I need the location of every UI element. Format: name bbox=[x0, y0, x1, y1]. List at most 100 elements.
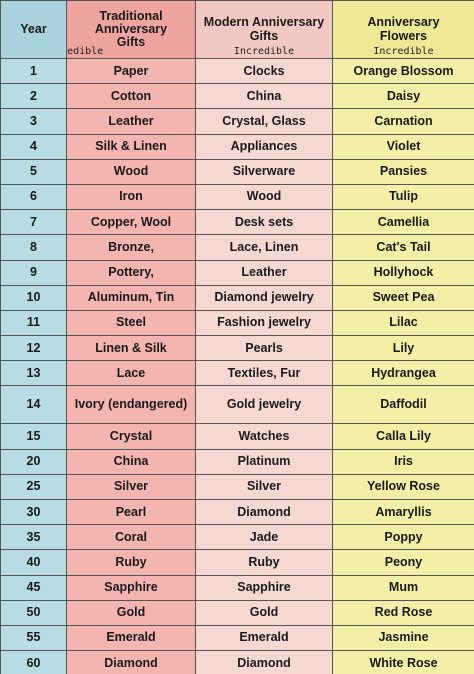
flower-cell: Cat's Tail bbox=[332, 234, 474, 261]
table-row: 40 Ruby Ruby Peony bbox=[0, 549, 474, 576]
table-row: 5 Wood Silverware Pansies bbox=[0, 158, 474, 185]
modern-gift-cell: Appliances bbox=[195, 133, 333, 160]
traditional-gift-cell: Crystal bbox=[66, 423, 196, 450]
year-cell: 10 bbox=[0, 284, 67, 311]
year-cell: 30 bbox=[0, 498, 67, 526]
table-row: 13 Lace Textiles, Fur Hydrangea bbox=[0, 360, 474, 387]
table-row: 60 Diamond Diamond White Rose bbox=[0, 650, 474, 674]
traditional-gift-cell: Silver bbox=[66, 473, 196, 501]
table-row: 8 Bronze, Lace, Linen Cat's Tail bbox=[0, 234, 474, 261]
table-row: 20 China Platinum Iris bbox=[0, 448, 474, 475]
traditional-gift-cell: Cotton bbox=[66, 83, 196, 110]
year-cell: 6 bbox=[0, 183, 67, 211]
year-cell: 2 bbox=[0, 83, 67, 110]
flower-cell: White Rose bbox=[332, 650, 474, 674]
anniversary-gifts-table: Year Traditional Anniversary Gifts Incre… bbox=[0, 0, 474, 674]
modern-gift-cell: Diamond jewelry bbox=[195, 284, 333, 311]
year-cell: 8 bbox=[0, 234, 67, 261]
traditional-header: Traditional Anniversary Gifts Incredible bbox=[66, 0, 196, 59]
traditional-gift-cell: Aluminum, Tin bbox=[66, 284, 196, 311]
table-row: 50 Gold Gold Red Rose bbox=[0, 599, 474, 626]
flower-cell: Hydrangea bbox=[332, 360, 474, 387]
table-row: 11 Steel Fashion jewelry Lilac bbox=[0, 309, 474, 337]
flower-cell: Red Rose bbox=[332, 599, 474, 626]
table-row: 9 Pottery, Leather Hollyhock bbox=[0, 259, 474, 286]
flowers-header: Anniversary Flowers Incredible bbox=[332, 0, 474, 59]
modern-gift-cell: Leather bbox=[195, 259, 333, 286]
traditional-gift-cell: Paper bbox=[66, 57, 196, 85]
modern-gift-cell: Desk sets bbox=[195, 209, 333, 236]
year-cell: 60 bbox=[0, 650, 67, 674]
modern-gift-cell: Clocks bbox=[195, 57, 333, 85]
table-row: 1 Paper Clocks Orange Blossom bbox=[0, 57, 474, 85]
flower-cell: Daisy bbox=[332, 83, 474, 110]
year-cell: 5 bbox=[0, 158, 67, 185]
modern-gift-cell: Diamond bbox=[195, 650, 333, 674]
table-row: 14 Ivory (endangered) Gold jewelry Daffodil bbox=[0, 385, 474, 425]
table-row: 6 Iron Wood Tulip bbox=[0, 183, 474, 211]
traditional-gift-cell: Pottery, bbox=[66, 259, 196, 286]
flower-cell: Calla Lily bbox=[332, 423, 474, 450]
year-cell: 1 bbox=[0, 57, 67, 85]
modern-gift-cell: Gold jewelry bbox=[195, 385, 333, 425]
table-row: 7 Copper, Wool Desk sets Camellia bbox=[0, 209, 474, 236]
traditional-header-label: Traditional Anniversary Gifts bbox=[94, 8, 168, 50]
year-header-label: Year bbox=[20, 21, 47, 36]
modern-gift-cell: Gold bbox=[195, 599, 333, 626]
year-cell: 25 bbox=[0, 473, 67, 501]
flower-cell: Camellia bbox=[332, 209, 474, 236]
year-cell: 15 bbox=[0, 423, 67, 450]
modern-gift-cell: Fashion jewelry bbox=[195, 309, 333, 337]
traditional-gift-cell: Sapphire bbox=[66, 574, 196, 601]
year-cell: 45 bbox=[0, 574, 67, 601]
table-row: 30 Pearl Diamond Amaryllis bbox=[0, 498, 474, 526]
flower-cell: Orange Blossom bbox=[332, 57, 474, 85]
modern-gift-cell: Platinum bbox=[195, 448, 333, 475]
flower-cell: Mum bbox=[332, 574, 474, 601]
modern-header-label: Modern Anniversary Gifts bbox=[203, 15, 325, 43]
year-cell: 4 bbox=[0, 133, 67, 160]
modern-header: Modern Anniversary Gifts Incredible bbox=[195, 0, 333, 59]
flower-cell: Yellow Rose bbox=[332, 473, 474, 501]
traditional-gift-cell: Diamond bbox=[66, 650, 196, 674]
traditional-gift-cell: Ivory (endangered) bbox=[66, 385, 196, 425]
modern-gift-cell: Jade bbox=[195, 524, 333, 551]
traditional-gift-cell: Lace bbox=[66, 360, 196, 387]
table-row: 10 Aluminum, Tin Diamond jewelry Sweet Pea bbox=[0, 284, 474, 311]
traditional-gift-cell: Pearl bbox=[66, 498, 196, 526]
traditional-gift-cell: Steel bbox=[66, 309, 196, 337]
traditional-gift-cell: China bbox=[66, 448, 196, 475]
flower-cell: Carnation bbox=[332, 108, 474, 135]
year-cell: 55 bbox=[0, 624, 67, 652]
modern-gift-cell: Diamond bbox=[195, 498, 333, 526]
traditional-gift-cell: Silk & Linen bbox=[66, 133, 196, 160]
flower-cell: Sweet Pea bbox=[332, 284, 474, 311]
modern-gift-cell: Wood bbox=[195, 183, 333, 211]
table-row: 45 Sapphire Sapphire Mum bbox=[0, 574, 474, 601]
flower-cell: Daffodil bbox=[332, 385, 474, 425]
watermark-text: Incredible bbox=[67, 45, 104, 57]
flower-cell: Hollyhock bbox=[332, 259, 474, 286]
modern-gift-cell: Sapphire bbox=[195, 574, 333, 601]
year-header: Year bbox=[0, 0, 67, 59]
watermark-text: Incredible bbox=[233, 45, 295, 57]
flower-cell: Pansies bbox=[332, 158, 474, 185]
year-cell: 20 bbox=[0, 448, 67, 475]
flowers-header-label: Anniversary Flowers bbox=[367, 15, 440, 43]
flower-cell: Poppy bbox=[332, 524, 474, 551]
flower-cell: Jasmine bbox=[332, 624, 474, 652]
traditional-gift-cell: Gold bbox=[66, 599, 196, 626]
modern-gift-cell: Crystal, Glass bbox=[195, 108, 333, 135]
year-cell: 11 bbox=[0, 309, 67, 337]
modern-gift-cell: Lace, Linen bbox=[195, 234, 333, 261]
watermark-text: Incredible bbox=[373, 45, 434, 57]
flower-cell: Tulip bbox=[332, 183, 474, 211]
table-row: 2 Cotton China Daisy bbox=[0, 83, 474, 110]
year-cell: 9 bbox=[0, 259, 67, 286]
flower-cell: Violet bbox=[332, 133, 474, 160]
year-cell: 35 bbox=[0, 524, 67, 551]
flower-cell: Amaryllis bbox=[332, 498, 474, 526]
table-row: 15 Crystal Watches Calla Lily bbox=[0, 423, 474, 450]
table-row: 35 Coral Jade Poppy bbox=[0, 524, 474, 551]
traditional-gift-cell: Leather bbox=[66, 108, 196, 135]
